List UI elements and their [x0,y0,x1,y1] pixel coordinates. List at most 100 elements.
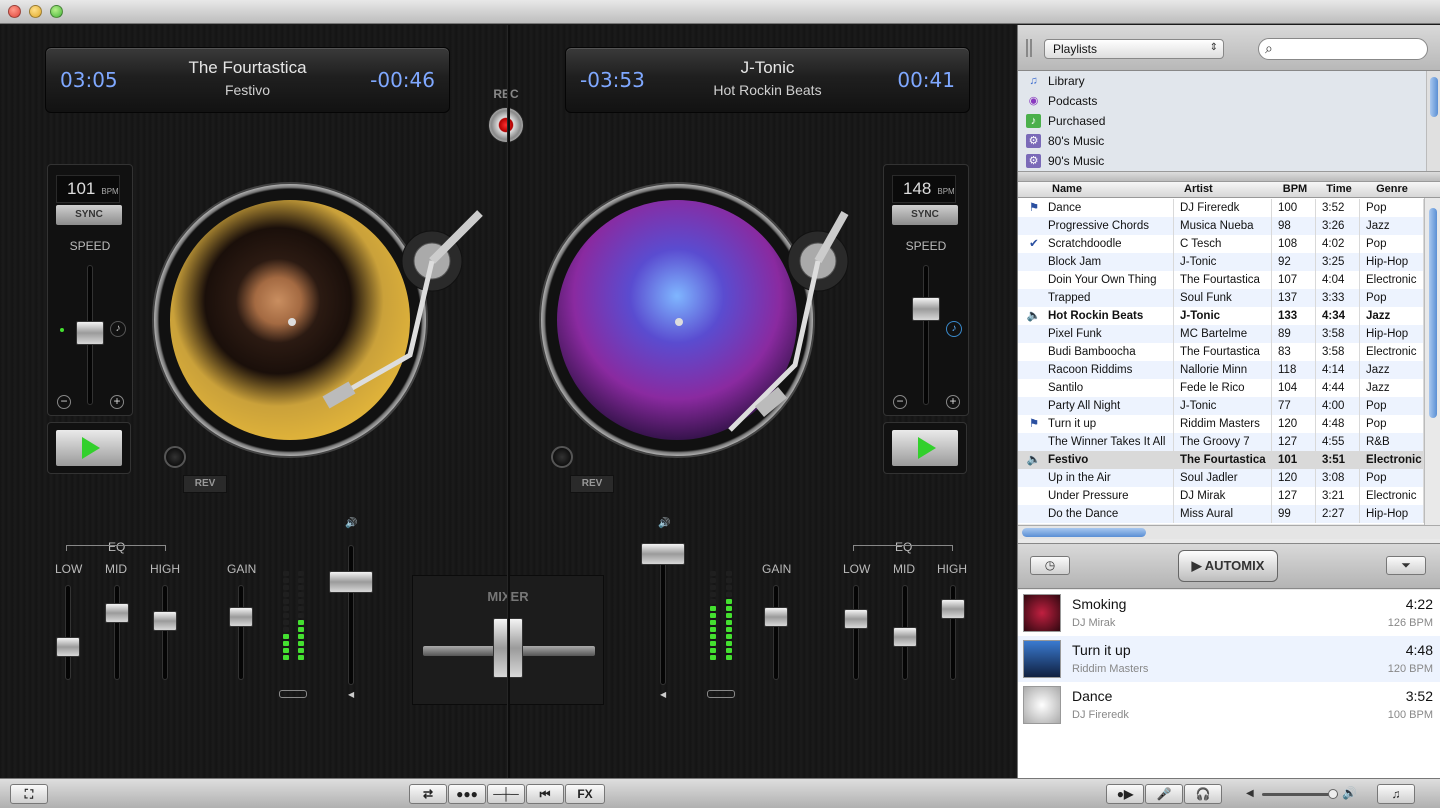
eq-a-mid-track [114,585,120,680]
playlist-item-podcasts[interactable]: ◉ Podcasts [1026,91,1098,111]
col-bpm[interactable]: BPM [1274,183,1316,195]
cue-button[interactable]: ─┼─ [487,784,525,804]
samples-button[interactable]: ●●● [448,784,486,804]
playlist-item-90s-music[interactable]: ⚙ 90's Music [1026,151,1104,171]
deck-a-scratch-knob[interactable] [164,446,186,468]
volume-b-fader[interactable] [641,543,685,565]
table-row[interactable]: Santilo Fede le Rico 104 4:44 Jazz [1018,379,1424,397]
gain-a-slider[interactable] [229,607,253,627]
record-play-button[interactable]: ●▶ [1106,784,1144,804]
deck-a-play-button[interactable] [56,430,122,466]
minimize-button[interactable] [29,5,42,18]
table-row[interactable]: 🔈 Festivo The Fourtastica 101 3:51 Electronic [1018,451,1424,469]
eq-a-high-slider[interactable] [153,611,177,631]
volume-a-fader[interactable] [329,571,373,593]
table-row[interactable]: Up in the Air Soul Jadler 120 3:08 Pop [1018,469,1424,487]
record-button[interactable] [488,107,524,143]
queue-item[interactable]: Turn it up Riddim Masters 4:48 120 BPM [1018,636,1440,682]
table-row[interactable]: Racoon Riddims Nallorie Minn 118 4:14 Jazz [1018,361,1424,379]
vu-meter-a-left [283,571,289,662]
eq-b-mid-slider[interactable] [893,627,917,647]
deck-a-speed-slider[interactable] [76,321,104,345]
history-clock-button[interactable]: ◷ [1030,556,1070,575]
cell-time: 3:08 [1318,469,1360,487]
horizontal-scrollbar[interactable] [1018,525,1440,539]
gain-b-slider[interactable] [764,607,788,627]
vu-meter-b-left [710,571,716,662]
table-row[interactable]: The Winner Takes It All The Groovy 7 127 4:… [1018,433,1424,451]
table-row[interactable]: Under Pressure DJ Mirak 127 3:21 Electronic [1018,487,1424,505]
cell-artist: J-Tonic [1176,397,1272,415]
deck-a-rev-button[interactable]: REV [183,475,227,493]
deck-a-tonearm[interactable] [300,205,490,445]
table-scrollbar[interactable] [1424,198,1440,525]
queue-menu-button[interactable]: ⏷ [1386,556,1426,575]
deck-a-speed-minus[interactable]: − [57,395,71,409]
col-genre[interactable]: Genre [1362,183,1422,195]
headphones-button[interactable]: 🎧 [1184,784,1222,804]
microphone-button[interactable]: 🎤 [1145,784,1183,804]
table-row[interactable]: ⚑ Dance DJ Fireredk 100 3:52 Pop [1018,199,1424,217]
search-icon: ⌕ [1265,40,1273,56]
table-row[interactable]: Trapped Soul Funk 137 3:33 Pop [1018,289,1424,307]
queue-artist: DJ Fireredk [1072,709,1129,721]
cell-name: Block Jam [1044,253,1174,271]
resize-handle[interactable] [1026,39,1032,57]
table-row[interactable]: Progressive Chords Musica Nueba 98 3:26 Jazz [1018,217,1424,235]
deck-a-sync-button[interactable]: SYNC [56,205,122,225]
playlist-source-select[interactable]: Playlists [1044,39,1224,59]
deck-b-rev-button[interactable]: REV [570,475,614,493]
col-artist[interactable]: Artist [1176,183,1272,195]
table-row[interactable]: Budi Bamboocha The Fourtastica 83 3:58 Elect… [1018,343,1424,361]
deck-b-sync-button[interactable]: SYNC [892,205,958,225]
deck-b-play-button[interactable] [892,430,958,466]
skip-button[interactable]: ⏮ [526,784,564,804]
cell-artist: Nallorie Minn [1176,361,1272,379]
table-row[interactable]: Pixel Funk MC Bartelme 89 3:58 Hip-Hop [1018,325,1424,343]
queue-item[interactable]: Dance DJ Fireredk 3:52 100 BPM [1018,682,1440,728]
search-field[interactable]: ⌕ [1258,38,1428,60]
col-time[interactable]: Time [1318,183,1360,195]
table-row[interactable]: Do the Dance Miss Aural 99 2:27 Hip-Hop [1018,505,1424,523]
master-volume-slider[interactable] [1262,789,1338,799]
zoom-button[interactable] [50,5,63,18]
close-button[interactable] [8,5,21,18]
loop-button[interactable]: ⇄ [409,784,447,804]
table-row[interactable]: Party All Night J-Tonic 77 4:00 Pop [1018,397,1424,415]
deck-b-speed-slider[interactable] [912,297,940,321]
playlist-item-library[interactable]: ♫ Library [1026,71,1084,91]
table-row[interactable]: Block Jam J-Tonic 92 3:25 Hip-Hop [1018,253,1424,271]
splitter[interactable] [1018,171,1440,182]
playlist-scrollbar[interactable] [1426,71,1440,171]
table-row[interactable]: 🔈 Hot Rockin Beats J-Tonic 133 4:34 Jazz [1018,307,1424,325]
playlist-item-80s-music[interactable]: ⚙ 80's Music [1026,131,1104,151]
eq-b-low-label: LOW [843,562,871,576]
table-row[interactable]: ✔ Scratchdoodle C Tesch 108 4:02 Pop [1018,235,1424,253]
table-row[interactable]: Doin Your Own Thing The Fourtastica 107 4:0… [1018,271,1424,289]
fx-button[interactable]: FX [565,784,605,804]
itunes-button[interactable]: ♫ [1377,784,1415,804]
deck-b-tonearm[interactable] [690,205,880,445]
playlist-item-purchased[interactable]: ♪ Purchased [1026,111,1105,131]
deck-b-key-lock-icon[interactable]: ♪ [946,321,962,337]
crossfader-knob[interactable] [493,618,523,678]
deck-b-speed-plus[interactable]: + [946,395,960,409]
deck-a-bpm: 101 BPM [56,175,120,203]
eq-a-low-slider[interactable] [56,637,80,657]
fullscreen-button[interactable]: ⛶ [10,784,48,804]
eq-b-high-slider[interactable] [941,599,965,619]
automix-button[interactable]: ▶ AUTOMIX [1178,550,1278,582]
deck-b-scratch-knob[interactable] [551,446,573,468]
cell-artist: The Groovy 7 [1176,433,1272,451]
eq-b-low-slider[interactable] [844,609,868,629]
deck-a-key-lock-icon[interactable]: ♪ [110,321,126,337]
deck-a-speed-plus[interactable]: + [110,395,124,409]
deck-b-speed-minus[interactable]: − [893,395,907,409]
col-name[interactable]: Name [1044,183,1174,195]
queue-item[interactable]: Smoking DJ Mirak 4:22 126 BPM [1018,590,1440,636]
cell-genre: Pop [1362,289,1424,307]
playlist-item-label: Purchased [1048,114,1106,128]
table-row[interactable]: ⚑ Turn it up Riddim Masters 120 4:48 Pop [1018,415,1424,433]
volume-high-icon: 🔊 [1342,786,1357,800]
eq-a-mid-slider[interactable] [105,603,129,623]
